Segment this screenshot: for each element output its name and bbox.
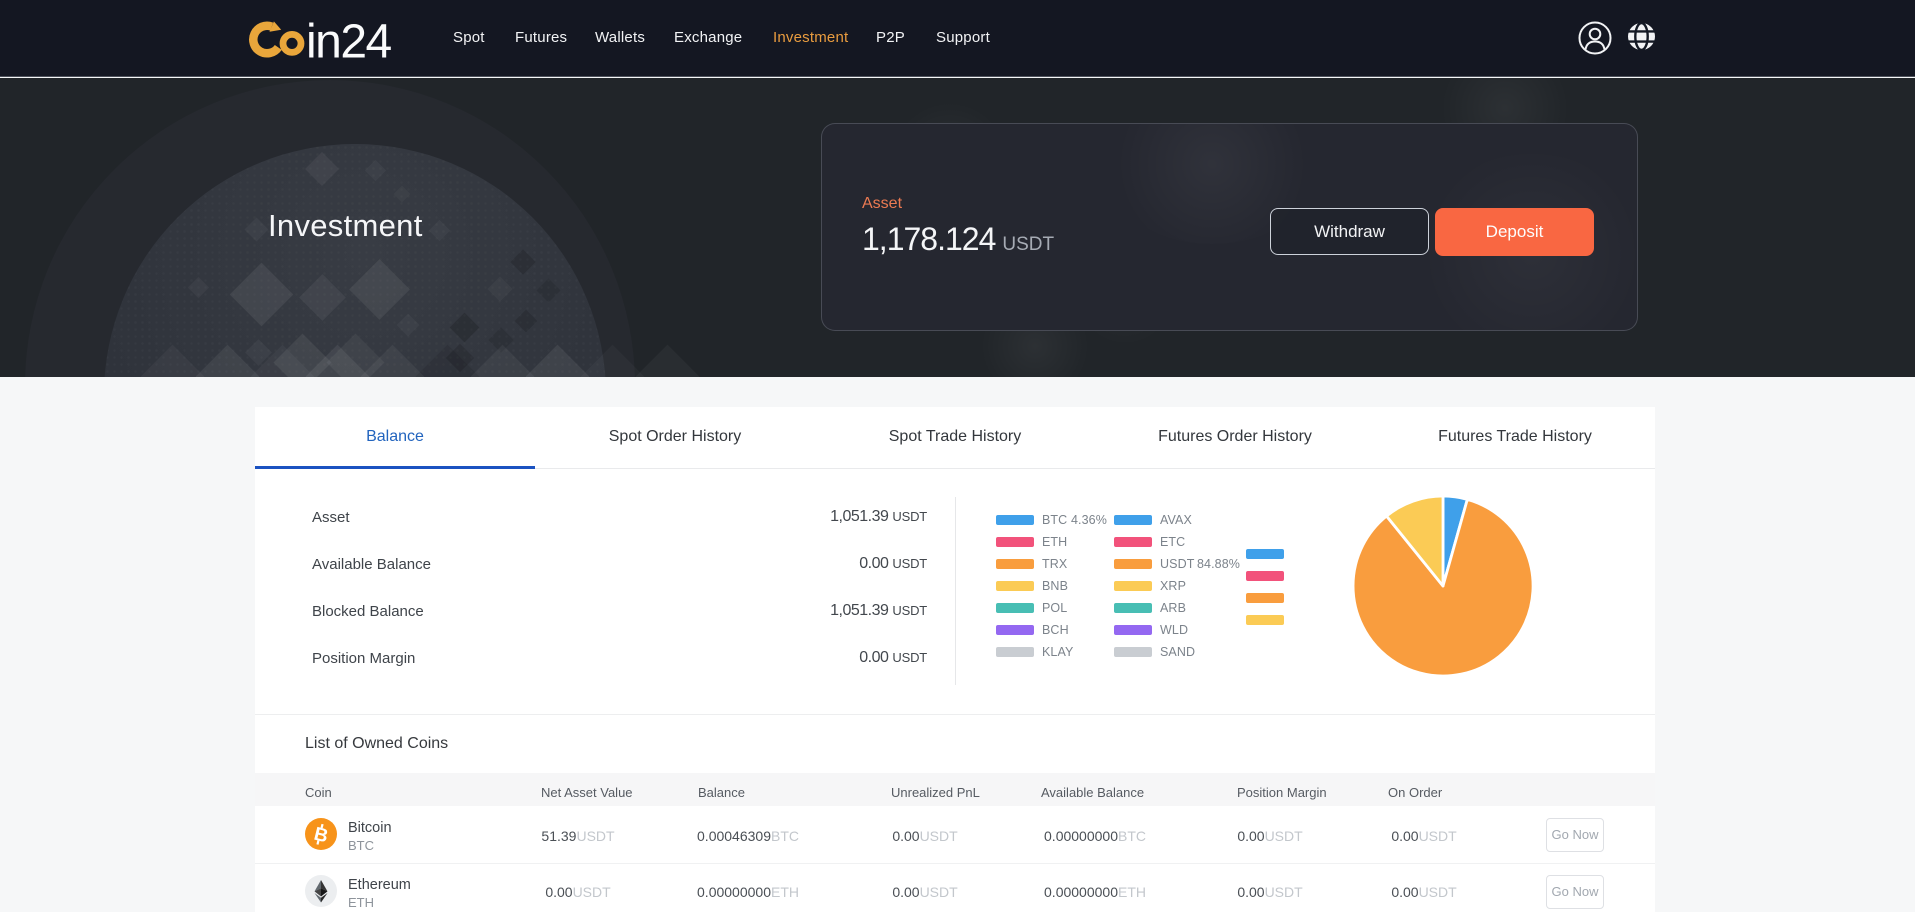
svg-text:in24: in24 [306,15,392,66]
